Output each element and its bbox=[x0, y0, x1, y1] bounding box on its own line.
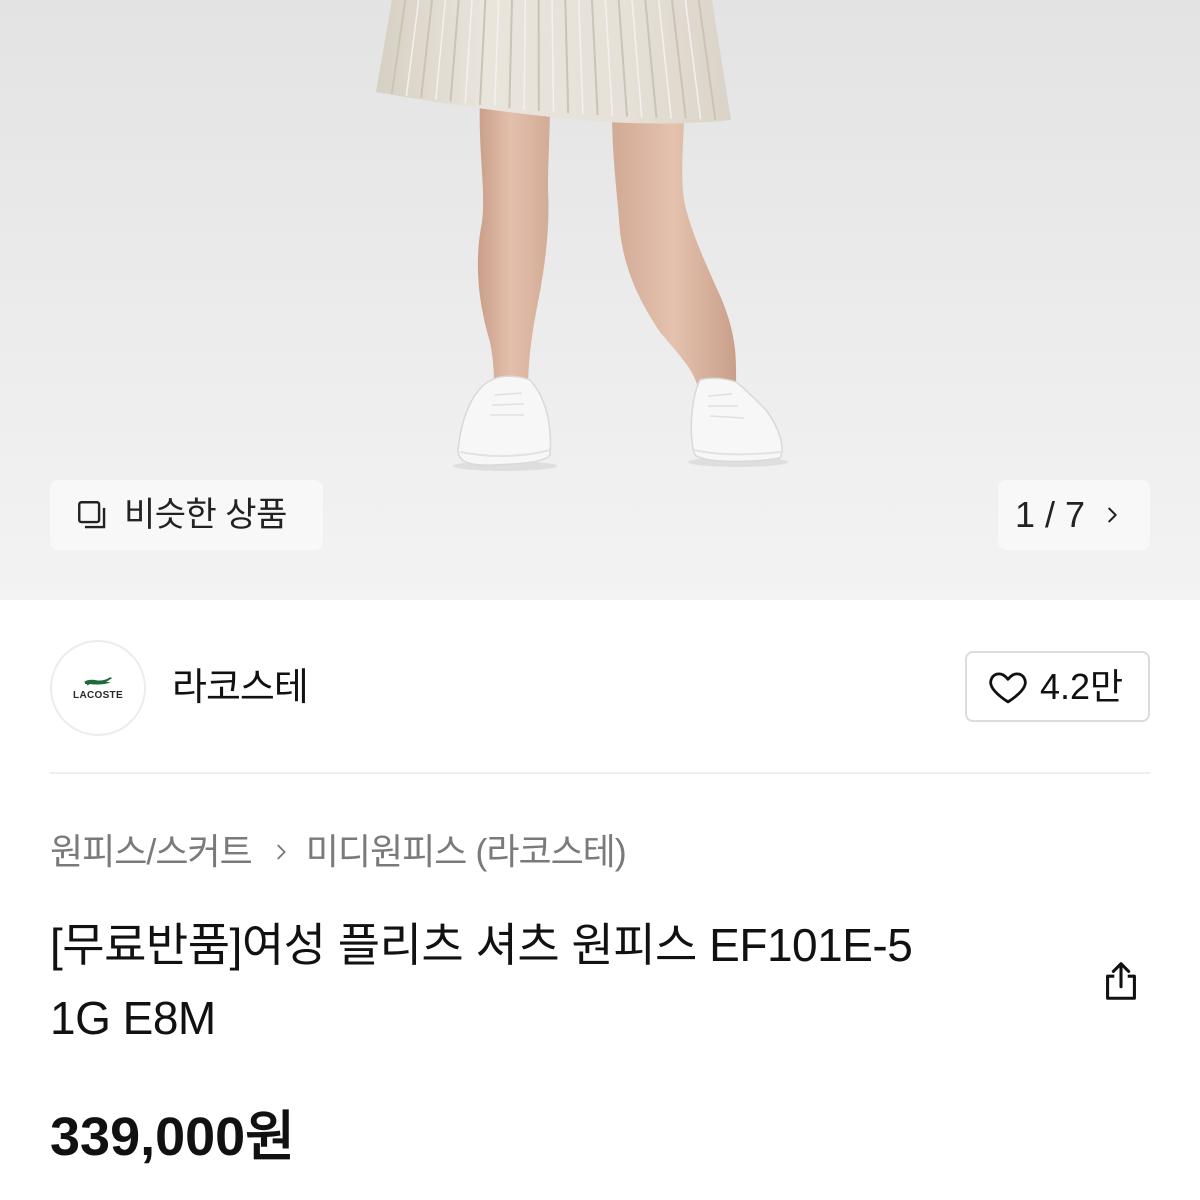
share-icon[interactable] bbox=[1098, 958, 1144, 1004]
product-price: 339,000원 bbox=[50, 1107, 295, 1167]
similar-items-icon bbox=[78, 501, 106, 529]
like-count: 4.2만 bbox=[1040, 665, 1124, 707]
product-title-line: [무료반품]여성 플리츠 셔츠 원피스 EF101E-5 bbox=[50, 919, 913, 971]
brand-name-link[interactable]: 라코스테 bbox=[172, 664, 309, 712]
chevron-right-icon bbox=[1108, 507, 1117, 523]
similar-items-label: 비슷한 상품 bbox=[124, 496, 287, 534]
product-detail-page: 비슷한 상품 1 / 7 LACOSTE 라코스테 4.2만 원피스/스커트 미… bbox=[0, 0, 1200, 1200]
image-pager-label: 1 / 7 bbox=[1015, 494, 1086, 535]
similar-items-button[interactable]: 비슷한 상품 bbox=[50, 480, 323, 550]
breadcrumb-subcategory-link[interactable]: 미디원피스 (라코스테) bbox=[306, 830, 627, 874]
like-button[interactable]: 4.2만 bbox=[965, 651, 1150, 722]
left-shoe bbox=[457, 375, 552, 466]
right-leg bbox=[612, 110, 737, 388]
brand-logo[interactable]: LACOSTE bbox=[50, 640, 146, 736]
crocodile-icon bbox=[84, 676, 113, 685]
breadcrumb: 원피스/스커트 미디원피스 (라코스테) bbox=[50, 830, 627, 874]
product-title-line: 1G E8M bbox=[50, 992, 216, 1044]
brand-logo-text: LACOSTE bbox=[73, 689, 123, 701]
left-leg bbox=[477, 100, 550, 388]
section-divider bbox=[50, 772, 1150, 774]
breadcrumb-category-link[interactable]: 원피스/스커트 bbox=[50, 830, 253, 874]
image-pager-button[interactable]: 1 / 7 bbox=[998, 480, 1150, 550]
product-image-gallery[interactable]: 비슷한 상품 1 / 7 bbox=[0, 0, 1200, 600]
product-title: [무료반품]여성 플리츠 셔츠 원피스 EF101E-5 1G E8M bbox=[50, 909, 1080, 1055]
chevron-right-icon bbox=[277, 844, 286, 860]
heart-outline-icon bbox=[989, 671, 1027, 703]
right-shoe bbox=[690, 377, 783, 463]
